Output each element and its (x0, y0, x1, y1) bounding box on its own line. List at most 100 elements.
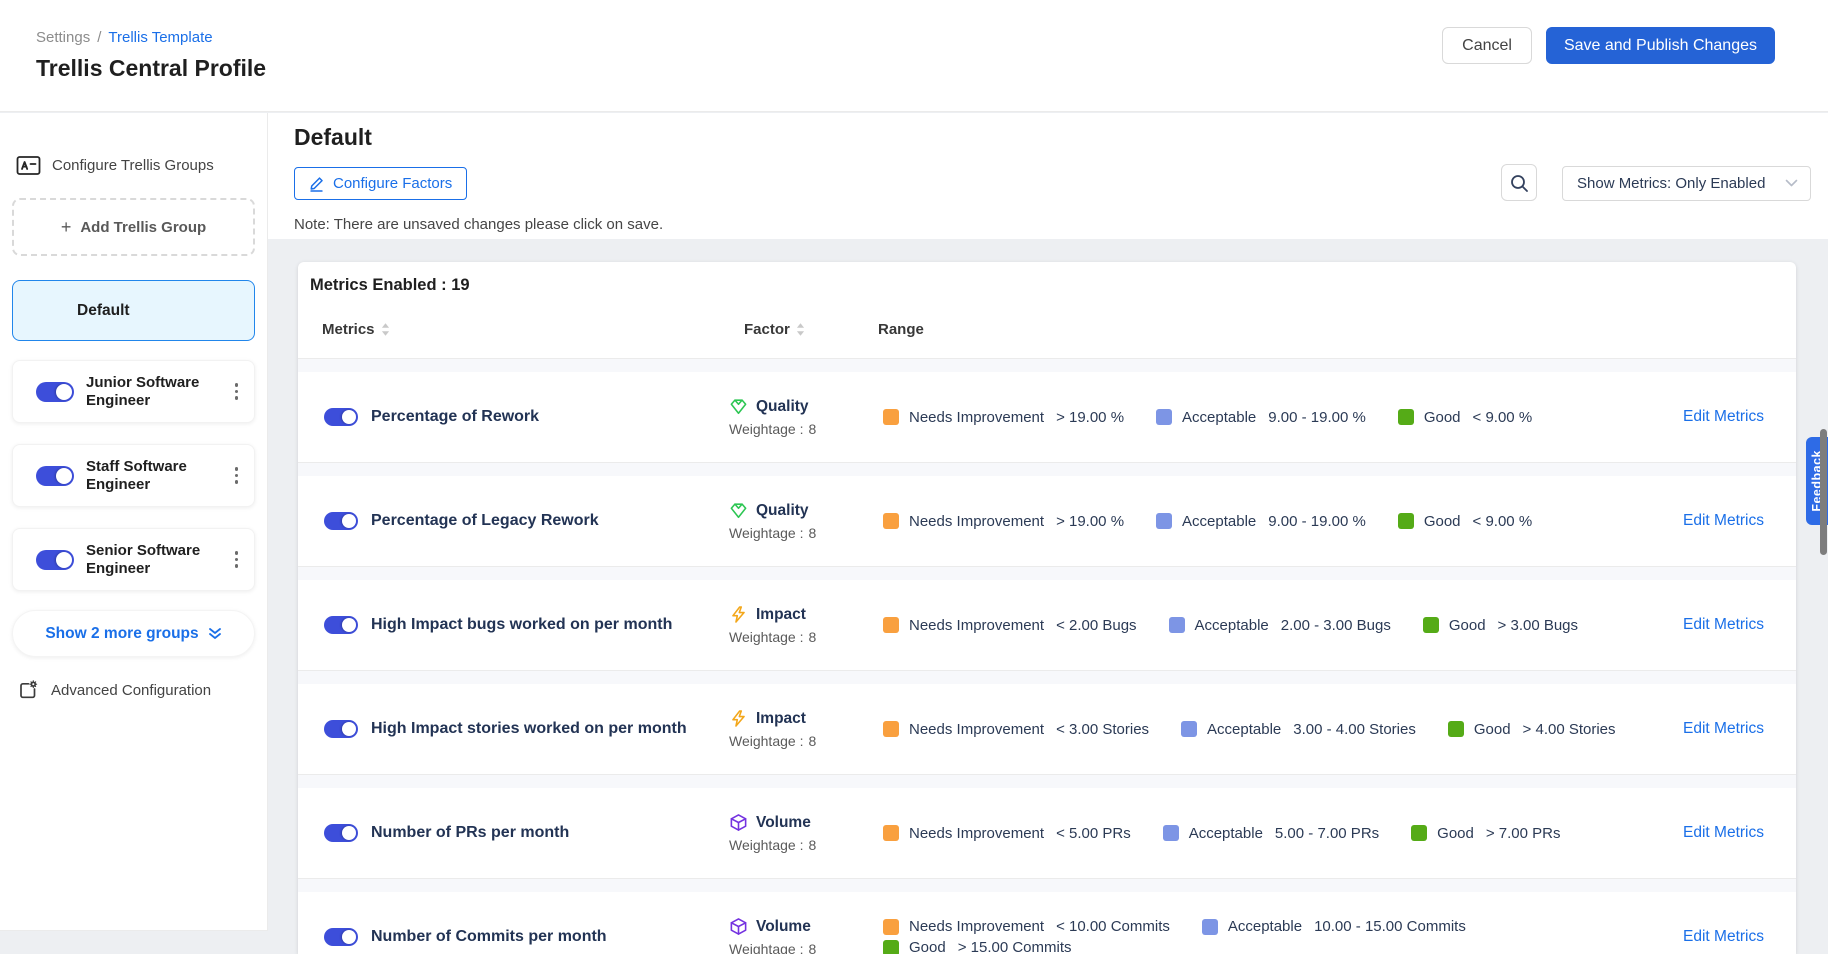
range-value: > 4.00 Stories (1523, 721, 1616, 738)
range-label: Acceptable (1207, 721, 1281, 738)
range-item: Acceptable 3.00 - 4.00 Stories (1181, 721, 1416, 738)
row-separator (298, 670, 1796, 684)
weightage-value: 8 (808, 629, 816, 645)
range-color-swatch (883, 513, 899, 529)
range-color-swatch (883, 919, 899, 935)
range-value: 10.00 - 15.00 Commits (1314, 918, 1466, 935)
metric-toggle[interactable] (324, 720, 358, 738)
weightage-label: Weightage : (729, 733, 803, 749)
group-toggle[interactable] (36, 382, 74, 402)
range-item: Good < 9.00 % (1398, 409, 1532, 426)
edit-metrics-link[interactable]: Edit Metrics (1674, 580, 1764, 670)
range-label: Good (1424, 409, 1461, 426)
column-header-factor[interactable]: Factor (744, 321, 805, 338)
range-label: Good (1474, 721, 1511, 738)
edit-metrics-link[interactable]: Edit Metrics (1674, 788, 1764, 878)
range-color-swatch (1163, 825, 1179, 841)
edit-metrics-link[interactable]: Edit Metrics (1674, 372, 1764, 462)
range-color-swatch (883, 825, 899, 841)
range-value: < 3.00 Stories (1056, 721, 1149, 738)
range-item: Good < 9.00 % (1398, 513, 1532, 530)
range-value: < 9.00 % (1473, 409, 1533, 426)
range-label: Acceptable (1189, 825, 1263, 842)
range-label: Needs Improvement (909, 617, 1044, 634)
sort-carets-icon[interactable] (381, 322, 390, 337)
advanced-configuration-button[interactable]: Advanced Configuration (12, 680, 255, 700)
range-item: Needs Improvement < 2.00 Bugs (883, 617, 1137, 634)
group-toggle[interactable] (36, 466, 74, 486)
breadcrumb-settings[interactable]: Settings (36, 29, 90, 46)
range-color-swatch (1398, 409, 1414, 425)
add-trellis-group-button[interactable]: Add Trellis Group (12, 198, 255, 256)
sort-carets-icon[interactable] (796, 322, 805, 337)
group-card: Staff Software Engineer (12, 444, 255, 507)
range-item: Acceptable 2.00 - 3.00 Bugs (1169, 617, 1391, 634)
kebab-menu-icon[interactable] (231, 463, 243, 488)
range-item: Acceptable 9.00 - 19.00 % (1156, 513, 1366, 530)
advanced-configuration-label: Advanced Configuration (51, 682, 211, 699)
metric-name: Percentage of Rework (371, 372, 539, 462)
show-more-groups-button[interactable]: Show 2 more groups (12, 610, 255, 657)
range-item: Good > 3.00 Bugs (1423, 617, 1578, 634)
factor-cell: Impact Weightage : 8 (729, 580, 825, 670)
plus-icon (61, 217, 72, 238)
edit-metrics-link[interactable]: Edit Metrics (1674, 476, 1764, 566)
edit-metrics-link[interactable]: Edit Metrics (1674, 892, 1764, 954)
sidebar-item-default-group[interactable]: Default (12, 280, 255, 341)
factor-cell: Volume Weightage : 8 (729, 892, 825, 954)
edit-metrics-label: Edit Metrics (1683, 824, 1764, 842)
volume-icon (729, 813, 748, 832)
range-color-swatch (883, 617, 899, 633)
range-label: Good (1449, 617, 1486, 634)
metric-toggle[interactable] (324, 512, 358, 530)
save-and-publish-button[interactable]: Save and Publish Changes (1546, 27, 1775, 64)
range-color-swatch (1423, 617, 1439, 633)
metric-toggle[interactable] (324, 928, 358, 946)
kebab-menu-icon[interactable] (231, 547, 243, 572)
range-item: Needs Improvement < 3.00 Stories (883, 721, 1149, 738)
group-card: Senior Software Engineer (12, 528, 255, 591)
range-item: Needs Improvement > 19.00 % (883, 409, 1124, 426)
range-label: Needs Improvement (909, 825, 1044, 842)
edit-metrics-link[interactable]: Edit Metrics (1674, 684, 1764, 774)
range-item: Acceptable 10.00 - 15.00 Commits (1202, 918, 1466, 935)
impact-icon (729, 709, 748, 728)
page-header: Settings / Trellis Template Trellis Cent… (0, 0, 1828, 112)
show-metrics-dropdown[interactable]: Show Metrics: Only Enabled (1562, 166, 1811, 201)
chevron-down-icon (1785, 179, 1798, 188)
metric-name: High Impact stories worked on per month (371, 684, 687, 774)
range-list: Needs Improvement > 19.00 % Acceptable 9… (883, 476, 1643, 566)
quality-icon (729, 501, 748, 520)
configure-trellis-groups-label: Configure Trellis Groups (52, 157, 214, 174)
breadcrumb: Settings / Trellis Template (36, 29, 213, 46)
cancel-button[interactable]: Cancel (1442, 27, 1532, 64)
range-value: 2.00 - 3.00 Bugs (1281, 617, 1391, 634)
range-value: < 9.00 % (1473, 513, 1533, 530)
range-value: < 2.00 Bugs (1056, 617, 1136, 634)
show-more-groups-label: Show 2 more groups (45, 625, 198, 643)
configure-factors-label: Configure Factors (333, 175, 452, 192)
search-button[interactable] (1501, 164, 1537, 201)
column-header-range: Range (878, 321, 924, 338)
kebab-menu-icon[interactable] (231, 379, 243, 404)
range-label: Needs Improvement (909, 918, 1044, 935)
metrics-table-body: Percentage of Rework Quality Weightage :… (298, 358, 1796, 954)
vertical-scrollbar-thumb[interactable] (1820, 429, 1827, 555)
metric-toggle[interactable] (324, 824, 358, 842)
metric-toggle[interactable] (324, 616, 358, 634)
range-label: Needs Improvement (909, 513, 1044, 530)
breadcrumb-separator: / (97, 29, 101, 46)
column-header-metrics[interactable]: Metrics (322, 321, 390, 338)
range-label: Acceptable (1182, 513, 1256, 530)
metric-row: High Impact stories worked on per month … (298, 684, 1796, 774)
configure-factors-button[interactable]: Configure Factors (294, 167, 467, 200)
breadcrumb-trellis-template[interactable]: Trellis Template (108, 29, 212, 46)
group-title: Default (294, 124, 372, 151)
range-item: Needs Improvement < 5.00 PRs (883, 825, 1131, 842)
range-value: > 19.00 % (1056, 409, 1124, 426)
range-value: > 7.00 PRs (1486, 825, 1561, 842)
row-separator (298, 358, 1796, 372)
factor-cell: Volume Weightage : 8 (729, 788, 825, 878)
group-toggle[interactable] (36, 550, 74, 570)
metric-toggle[interactable] (324, 408, 358, 426)
